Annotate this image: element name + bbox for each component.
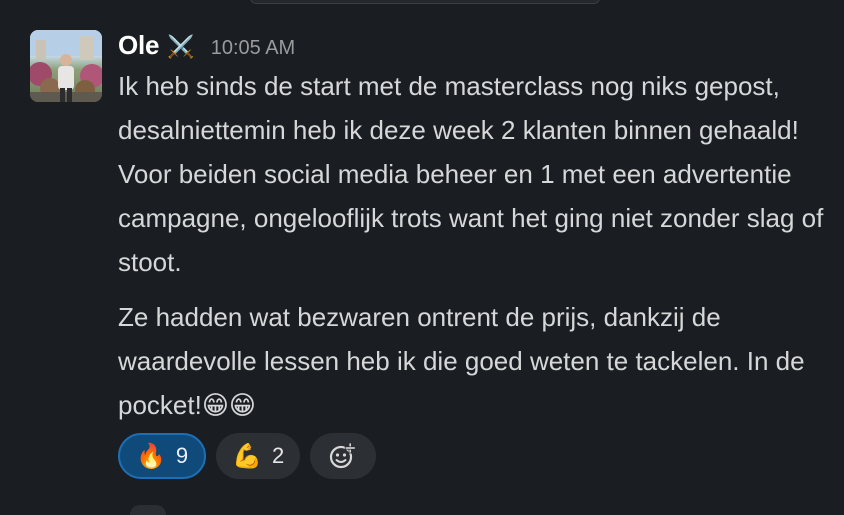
reaction-count: 9 bbox=[175, 443, 189, 468]
reaction-count: 2 bbox=[272, 443, 285, 468]
avatar-photo bbox=[30, 30, 102, 102]
author-name[interactable]: Ole bbox=[118, 30, 160, 61]
message-paragraph: Ik heb sinds de start met de masterclass… bbox=[118, 71, 824, 277]
next-message-avatar-edge bbox=[130, 505, 166, 515]
grin-emoji-icon: 😁😁 bbox=[201, 390, 257, 420]
message-timestamp[interactable]: 10:05 AM bbox=[211, 37, 296, 60]
add-reaction-icon bbox=[330, 442, 356, 469]
flexed-biceps-icon: 💪 bbox=[232, 442, 263, 470]
reaction-muscle[interactable]: 💪 2 bbox=[216, 433, 301, 479]
fire-icon: 🔥 bbox=[136, 442, 166, 470]
crossed-swords-icon: ⚔️ bbox=[167, 34, 195, 59]
avatar[interactable] bbox=[30, 30, 102, 102]
add-reaction-button[interactable] bbox=[310, 433, 377, 479]
message-body: Ik heb sinds de start met de masterclass… bbox=[118, 64, 828, 427]
scroll-edge-indicator bbox=[250, 0, 600, 4]
reaction-fire[interactable]: 🔥 9 bbox=[118, 433, 207, 479]
chat-message: Ole ⚔️ 10:05 AM Ik heb sinds de start me… bbox=[30, 30, 830, 479]
reactions-bar: 🔥 9 💪 2 bbox=[118, 433, 828, 479]
message-paragraph: Ze hadden wat bezwaren ontrent de prijs,… bbox=[118, 295, 828, 427]
